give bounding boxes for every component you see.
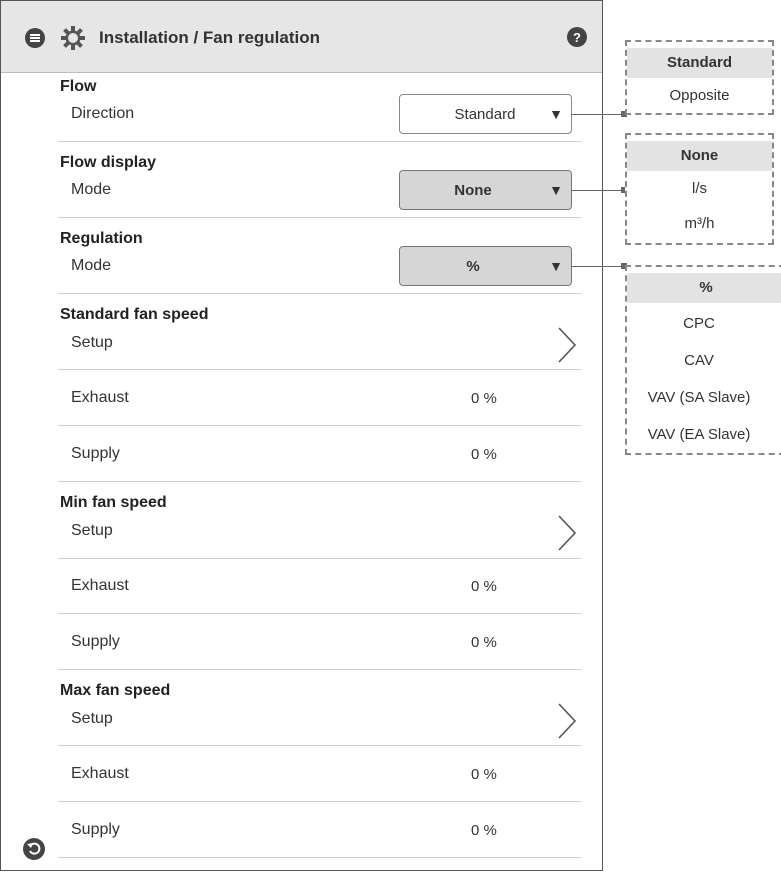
page-title: Installation / Fan regulation [99,28,321,47]
divider [58,217,581,218]
divider [58,745,581,746]
max-supply-value: 0 % [471,822,497,839]
chevron-down-icon: ▼ [549,106,563,122]
flow-display-options-popup: None l/s m³/h [625,133,774,245]
popup-option[interactable]: VAV (SA Slave) [627,389,771,406]
divider [58,369,581,370]
flow-display-selected-value: None [454,182,492,199]
flow-display-mode-dropdown[interactable]: None ▼ [399,170,572,210]
min-supply-label: Supply [71,633,120,650]
divider [58,481,581,482]
divider [58,801,581,802]
regulation-mode-dropdown[interactable]: % ▼ [399,246,572,286]
max-supply-label: Supply [71,821,120,838]
max-fan-speed-title: Max fan speed [60,682,171,699]
flow-display-mode-label: Mode [71,181,112,198]
divider [58,669,581,670]
divider [58,141,581,142]
popup-option[interactable]: m³/h [627,215,772,232]
standard-exhaust-value: 0 % [471,390,497,407]
divider [58,613,581,614]
min-exhaust-label: Exhaust [71,577,129,594]
standard-setup-label: Setup [71,334,113,351]
chevron-right-icon[interactable] [556,325,578,365]
direction-label: Direction [71,105,135,122]
standard-fan-speed-title: Standard fan speed [60,306,209,323]
max-setup-label: Setup [71,710,113,727]
chevron-down-icon: ▼ [549,182,563,198]
max-exhaust-value: 0 % [471,766,497,783]
direction-dropdown[interactable]: Standard ▼ [399,94,572,134]
popup-selected-option[interactable]: % [627,273,781,303]
chevron-right-icon[interactable] [556,513,578,553]
header-bar: Installation / Fan regulation ? [1,0,602,73]
flow-display-section-title: Flow display [60,154,157,171]
popup-option[interactable]: Opposite [627,87,772,104]
popup-option[interactable]: CPC [627,315,771,332]
divider [58,293,581,294]
help-icon[interactable]: ? [567,27,587,47]
fan-regulation-panel: Installation / Fan regulation ? Flow Dir… [0,0,603,871]
gear-icon [61,26,85,50]
regulation-selected-value: % [466,258,480,275]
connector-line [571,266,624,267]
direction-options-popup: Standard Opposite [625,40,774,115]
max-exhaust-label: Exhaust [71,765,129,782]
regulation-section-title: Regulation [60,230,143,247]
chevron-down-icon: ▼ [549,258,563,274]
divider [58,558,581,559]
standard-supply-label: Supply [71,445,120,462]
chevron-right-icon[interactable] [556,701,578,741]
svg-text:?: ? [573,30,581,45]
connector-line [571,190,624,191]
popup-option[interactable]: l/s [627,180,772,197]
menu-icon[interactable] [25,28,45,48]
back-icon[interactable] [23,838,45,860]
popup-option[interactable]: CAV [627,352,771,369]
regulation-mode-label: Mode [71,257,112,274]
flow-section-title: Flow [60,78,97,95]
standard-exhaust-label: Exhaust [71,389,129,406]
popup-selected-option[interactable]: Standard [627,48,772,78]
min-fan-speed-title: Min fan speed [60,494,167,511]
regulation-options-popup: % CPC CAV VAV (SA Slave) VAV (EA Slave) [625,265,781,455]
min-setup-label: Setup [71,522,113,539]
min-exhaust-value: 0 % [471,578,497,595]
direction-selected-value: Standard [454,106,516,123]
standard-supply-value: 0 % [471,446,497,463]
connector-line [571,114,624,115]
min-supply-value: 0 % [471,634,497,651]
divider [58,425,581,426]
popup-option[interactable]: VAV (EA Slave) [627,426,771,443]
popup-selected-option[interactable]: None [627,141,772,171]
divider [58,857,581,858]
